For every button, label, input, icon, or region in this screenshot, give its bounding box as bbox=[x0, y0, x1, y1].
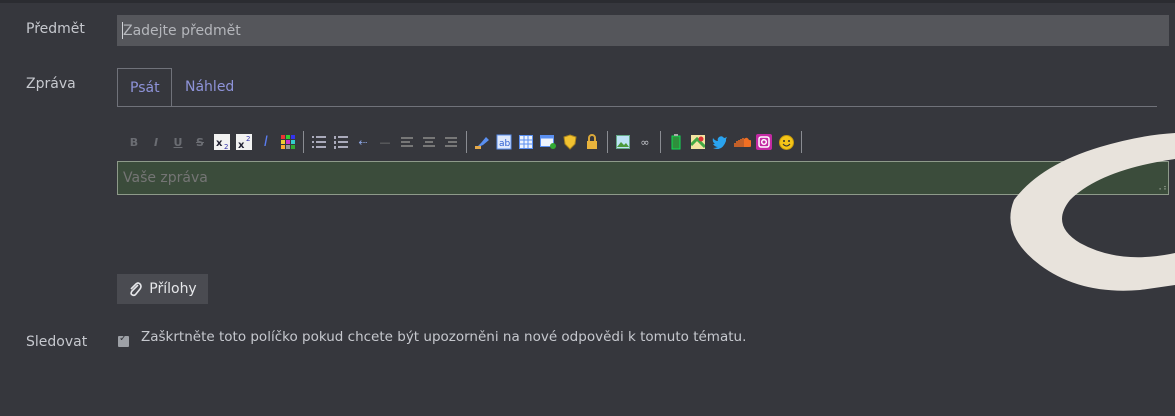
message-label: Zpráva bbox=[26, 76, 76, 92]
image-icon[interactable] bbox=[614, 133, 632, 151]
toolbar-separator bbox=[303, 131, 304, 153]
code-icon[interactable]: ab bbox=[495, 133, 513, 151]
toolbar-separator bbox=[660, 131, 661, 153]
toolbar-separator bbox=[801, 131, 802, 153]
tab-preview[interactable]: Náhled bbox=[173, 68, 246, 107]
tabs-divider bbox=[117, 106, 1157, 107]
svg-text:ab: ab bbox=[499, 139, 511, 149]
subject-input[interactable] bbox=[117, 15, 1169, 46]
svg-text:2: 2 bbox=[224, 143, 228, 150]
italic-icon[interactable]: I bbox=[147, 133, 165, 151]
svg-text:2: 2 bbox=[246, 135, 250, 143]
attachments-label: Přílohy bbox=[149, 281, 197, 297]
indent-icon[interactable]: — bbox=[376, 133, 394, 151]
bold-icon[interactable]: B bbox=[125, 133, 143, 151]
outdent-icon[interactable]: ⇠ bbox=[354, 133, 372, 151]
table-icon[interactable] bbox=[517, 133, 535, 151]
align-center-icon[interactable] bbox=[420, 133, 438, 151]
link-icon[interactable]: ∞ bbox=[636, 133, 654, 151]
battery-icon[interactable] bbox=[667, 133, 685, 151]
instagram-icon[interactable] bbox=[755, 133, 773, 151]
twitter-icon[interactable] bbox=[711, 133, 729, 151]
svg-text:x: x bbox=[238, 140, 245, 150]
brush-stroke-overlay bbox=[1010, 133, 1175, 291]
remove-format-icon[interactable]: I bbox=[257, 133, 275, 151]
text-caret bbox=[122, 22, 123, 39]
svg-text:x: x bbox=[216, 138, 223, 149]
tab-write[interactable]: Psát bbox=[117, 68, 172, 107]
smiley-icon[interactable] bbox=[777, 133, 795, 151]
top-divider bbox=[0, 0, 1175, 3]
bullet-list-icon[interactable] bbox=[310, 133, 328, 151]
color-grid-icon[interactable] bbox=[279, 133, 297, 151]
paperclip-icon bbox=[130, 281, 143, 296]
shield-icon[interactable] bbox=[561, 133, 579, 151]
map-icon[interactable] bbox=[689, 133, 707, 151]
subscript-icon[interactable]: x2 bbox=[213, 133, 231, 151]
toolbar-separator bbox=[466, 131, 467, 153]
quote-icon[interactable] bbox=[473, 133, 491, 151]
superscript-icon[interactable]: x2 bbox=[235, 133, 253, 151]
watch-checkbox[interactable] bbox=[118, 333, 129, 347]
align-left-icon[interactable] bbox=[398, 133, 416, 151]
toolbar-separator bbox=[607, 131, 608, 153]
underline-icon[interactable]: U bbox=[169, 133, 187, 151]
watch-label: Sledovat bbox=[26, 334, 88, 350]
strikethrough-icon[interactable]: S bbox=[191, 133, 209, 151]
attachments-button[interactable]: Přílohy bbox=[117, 274, 208, 304]
watch-description: Zaškrtněte toto políčko pokud chcete být… bbox=[141, 329, 747, 345]
soundcloud-icon[interactable] bbox=[733, 133, 751, 151]
subject-label: Předmět bbox=[26, 21, 85, 37]
lock-icon[interactable] bbox=[583, 133, 601, 151]
insert-template-icon[interactable] bbox=[539, 133, 557, 151]
numbered-list-icon[interactable] bbox=[332, 133, 350, 151]
align-right-icon[interactable] bbox=[442, 133, 460, 151]
editor-toolbar: B I U S x2 x2 I ⇠ — ab ∞ bbox=[123, 130, 806, 154]
